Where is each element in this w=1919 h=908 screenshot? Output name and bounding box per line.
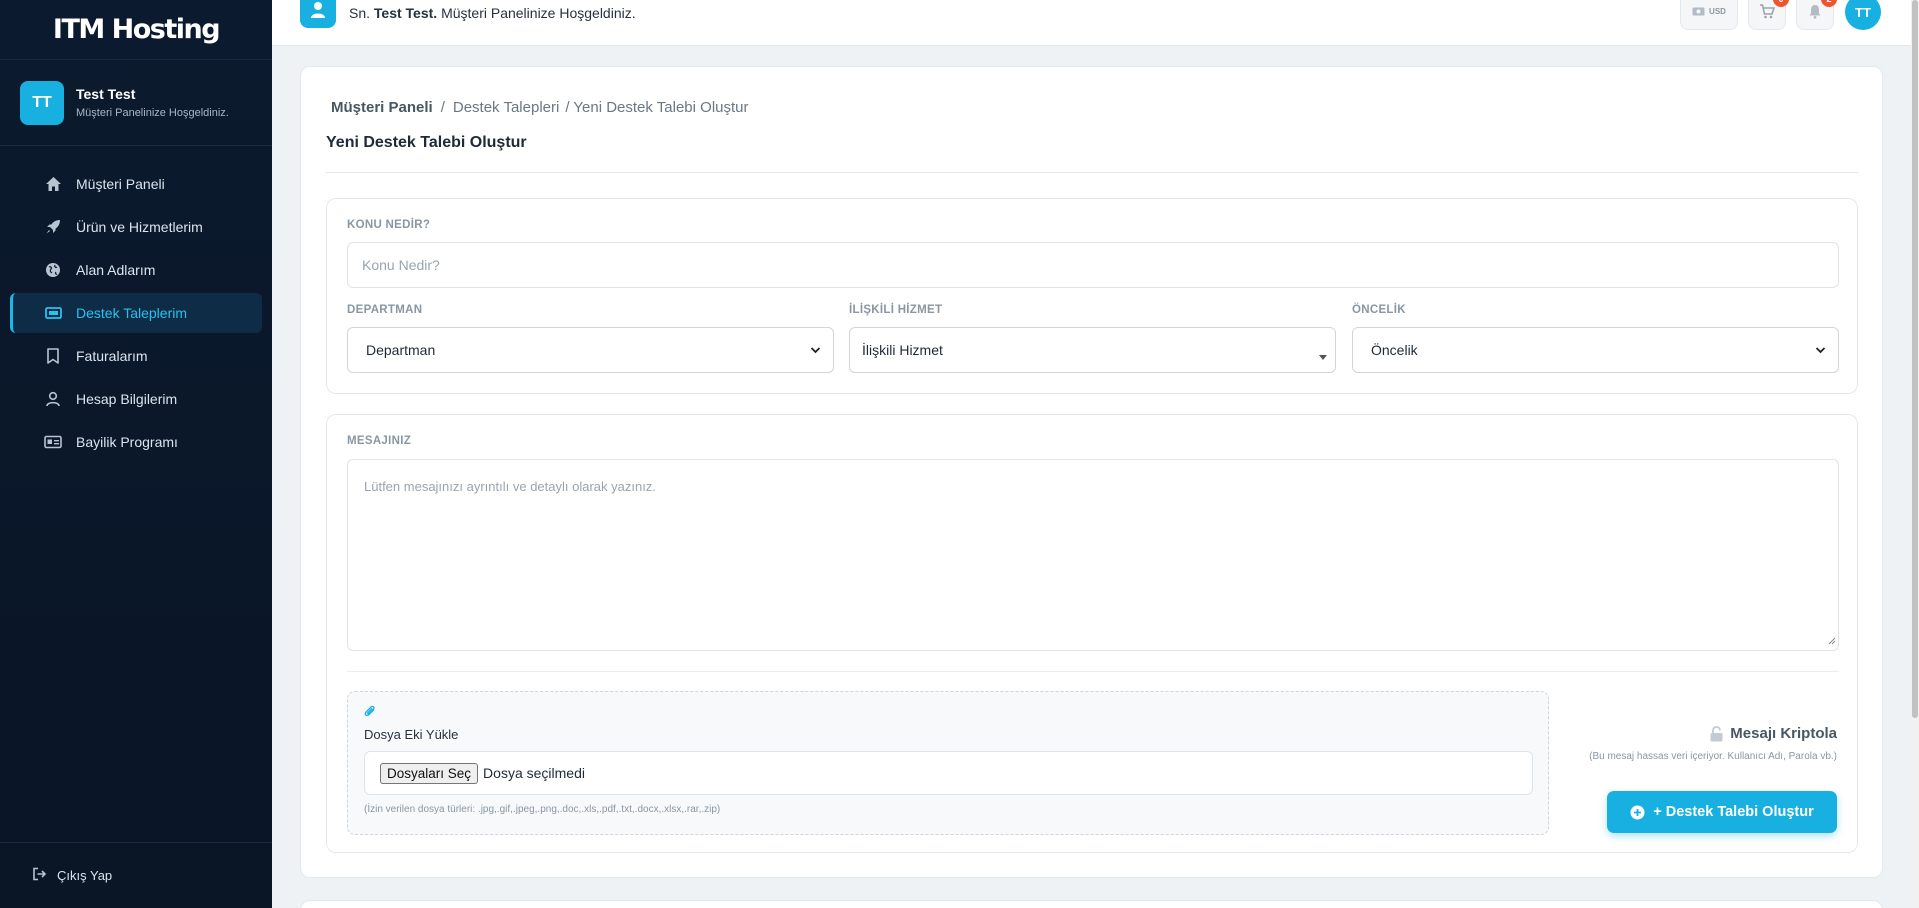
logout-label: Çıkış Yap	[57, 868, 113, 883]
main-card: Müşteri Paneli / Destek Talepleri / Yeni…	[300, 66, 1883, 878]
breadcrumb-current: / Yeni Destek Talebi Oluştur	[565, 99, 749, 116]
related-service-select[interactable]: İlişkili Hizmet	[849, 327, 1336, 373]
divider	[347, 671, 1839, 672]
greeting-prefix: Sn.	[349, 5, 371, 21]
sidebar-item-label: Ürün ve Hizmetlerim	[76, 219, 203, 235]
department-label: DEPARTMAN	[347, 304, 423, 316]
priority-value: Öncelik	[1371, 342, 1418, 358]
caret-down-icon	[1319, 355, 1327, 360]
file-upload-area: Dosya Eki Yükle Dosyaları Seç Dosya seçi…	[347, 691, 1549, 835]
subject-input[interactable]: Konu Nedir?	[347, 242, 1839, 288]
encrypt-label: Mesajı Kriptola	[1730, 725, 1837, 742]
sidebar-profile: TT Test Test Müşteri Panelinize Hoşgeldi…	[0, 60, 272, 146]
encrypt-message-toggle[interactable]: Mesajı Kriptola	[1709, 725, 1837, 742]
sidebar-item-label: Bayilik Programı	[76, 434, 178, 450]
allowed-file-types: (İzin verilen dosya türleri: .jpg,.gif,.…	[364, 804, 721, 815]
breadcrumb-home[interactable]: Müşteri Paneli	[331, 99, 433, 116]
encrypt-note: (Bu mesaj hassas veri içeriyor. Kullanıc…	[1589, 751, 1837, 762]
user-icon	[44, 390, 62, 408]
message-textarea[interactable]: Lütfen mesajınızı ayrıntılı ve detaylı o…	[347, 459, 1839, 651]
top-header: Sn. Test Test. Müşteri Panelinize Hoşgel…	[272, 0, 1919, 46]
bell-icon	[1808, 4, 1822, 19]
greeting-suffix: Müşteri Panelinize Hoşgeldiniz.	[441, 5, 636, 21]
cart-button[interactable]: 0	[1748, 0, 1789, 30]
cart-count-badge: 0	[1773, 0, 1789, 7]
welcome-message: Sn. Test Test. Müşteri Panelinize Hoşgel…	[349, 5, 636, 21]
profile-subtitle: Müşteri Panelinize Hoşgeldiniz.	[76, 107, 229, 119]
ticket-details-panel: KONU NEDİR? Konu Nedir? DEPARTMAN Depart…	[326, 198, 1858, 394]
resize-handle-icon[interactable]	[1827, 633, 1836, 648]
department-select[interactable]: Departman	[347, 327, 834, 373]
sidebar: ITM Hosting TT Test Test Müşteri Panelin…	[0, 0, 272, 908]
upload-title: Dosya Eki Yükle	[364, 727, 459, 742]
related-service-value: İlişkili Hizmet	[862, 342, 943, 358]
file-input[interactable]: Dosyaları Seç Dosya seçilmedi	[364, 751, 1533, 795]
message-panel: MESAJINIZ Lütfen mesajınızı ayrıntılı ve…	[326, 414, 1858, 853]
message-label: MESAJINIZ	[347, 435, 412, 447]
profile-name: Test Test	[76, 86, 136, 102]
sidebar-item-hesap-bilgilerim[interactable]: Hesap Bilgilerim	[10, 379, 262, 419]
department-value: Departman	[366, 342, 436, 358]
greeting-username: Test Test.	[373, 5, 438, 21]
brand-logo[interactable]: ITM Hosting	[0, 0, 272, 60]
choose-files-button[interactable]: Dosyaları Seç	[380, 762, 479, 784]
service-label: İLİŞKİLİ HİZMET	[849, 304, 943, 316]
notifications-button[interactable]: 2	[1796, 0, 1837, 30]
id-card-icon	[44, 433, 62, 451]
sidebar-item-label: Faturalarım	[76, 348, 148, 364]
page-title: Yeni Destek Talebi Oluştur	[326, 134, 527, 151]
breadcrumb-tickets[interactable]: Destek Talepleri	[453, 99, 559, 116]
ticket-icon	[44, 304, 62, 322]
breadcrumb: Müşteri Paneli / Destek Talepleri / Yeni…	[331, 99, 749, 116]
sidebar-item-urun-ve-hizmetlerim[interactable]: Ürün ve Hizmetlerim	[10, 207, 262, 247]
logout-button[interactable]: Çıkış Yap	[0, 842, 272, 908]
breadcrumb-separator: /	[440, 99, 445, 116]
create-ticket-button[interactable]: + Destek Talebi Oluştur	[1607, 791, 1837, 833]
rocket-icon	[44, 218, 62, 236]
next-section-card	[300, 900, 1883, 908]
chevron-down-icon	[810, 343, 821, 360]
home-icon	[44, 175, 62, 193]
chevron-down-icon	[1815, 343, 1826, 360]
logout-icon	[32, 867, 47, 884]
sidebar-item-label: Destek Taleplerim	[76, 305, 188, 321]
paperclip-icon	[364, 704, 376, 723]
sidebar-item-label: Hesap Bilgilerim	[76, 391, 178, 407]
message-placeholder: Lütfen mesajınızı ayrıntılı ve detaylı o…	[364, 479, 656, 494]
money-icon	[1692, 7, 1705, 16]
sidebar-item-destek-taleplerim[interactable]: Destek Taleplerim	[10, 293, 262, 333]
sidebar-item-alan-adlarim[interactable]: Alan Adlarım	[10, 250, 262, 290]
avatar[interactable]: TT	[20, 80, 64, 125]
currency-label: USD	[1709, 6, 1726, 16]
bookmark-icon	[44, 347, 62, 365]
cart-icon	[1759, 3, 1775, 19]
divider	[326, 172, 1858, 173]
lock-icon	[1709, 725, 1724, 742]
sidebar-item-label: Alan Adlarım	[76, 262, 156, 278]
priority-select[interactable]: Öncelik	[1352, 327, 1839, 373]
user-icon	[300, 0, 336, 28]
currency-button[interactable]: USD	[1680, 0, 1738, 30]
globe-icon	[44, 261, 62, 279]
logo-text: ITM Hosting	[52, 14, 221, 45]
file-status: Dosya seçilmedi	[483, 765, 585, 781]
sidebar-item-label: Müşteri Paneli	[76, 176, 165, 192]
sidebar-item-faturalarim[interactable]: Faturalarım	[10, 336, 262, 376]
avatar[interactable]: TT	[1845, 0, 1881, 30]
sidebar-nav: Müşteri Paneli Ürün ve Hizmetlerim Alan …	[0, 146, 272, 462]
subject-label: KONU NEDİR?	[347, 219, 431, 231]
sidebar-item-bayilik-programi[interactable]: Bayilik Programı	[10, 422, 262, 462]
sidebar-item-musteri-paneli[interactable]: Müşteri Paneli	[10, 164, 262, 204]
plus-circle-icon	[1630, 805, 1645, 820]
scrollbar-thumb[interactable]	[1912, 0, 1918, 718]
notification-count-badge: 2	[1821, 0, 1837, 7]
priority-label: ÖNCELİK	[1352, 304, 1406, 316]
create-ticket-label: + Destek Talebi Oluştur	[1653, 804, 1814, 820]
